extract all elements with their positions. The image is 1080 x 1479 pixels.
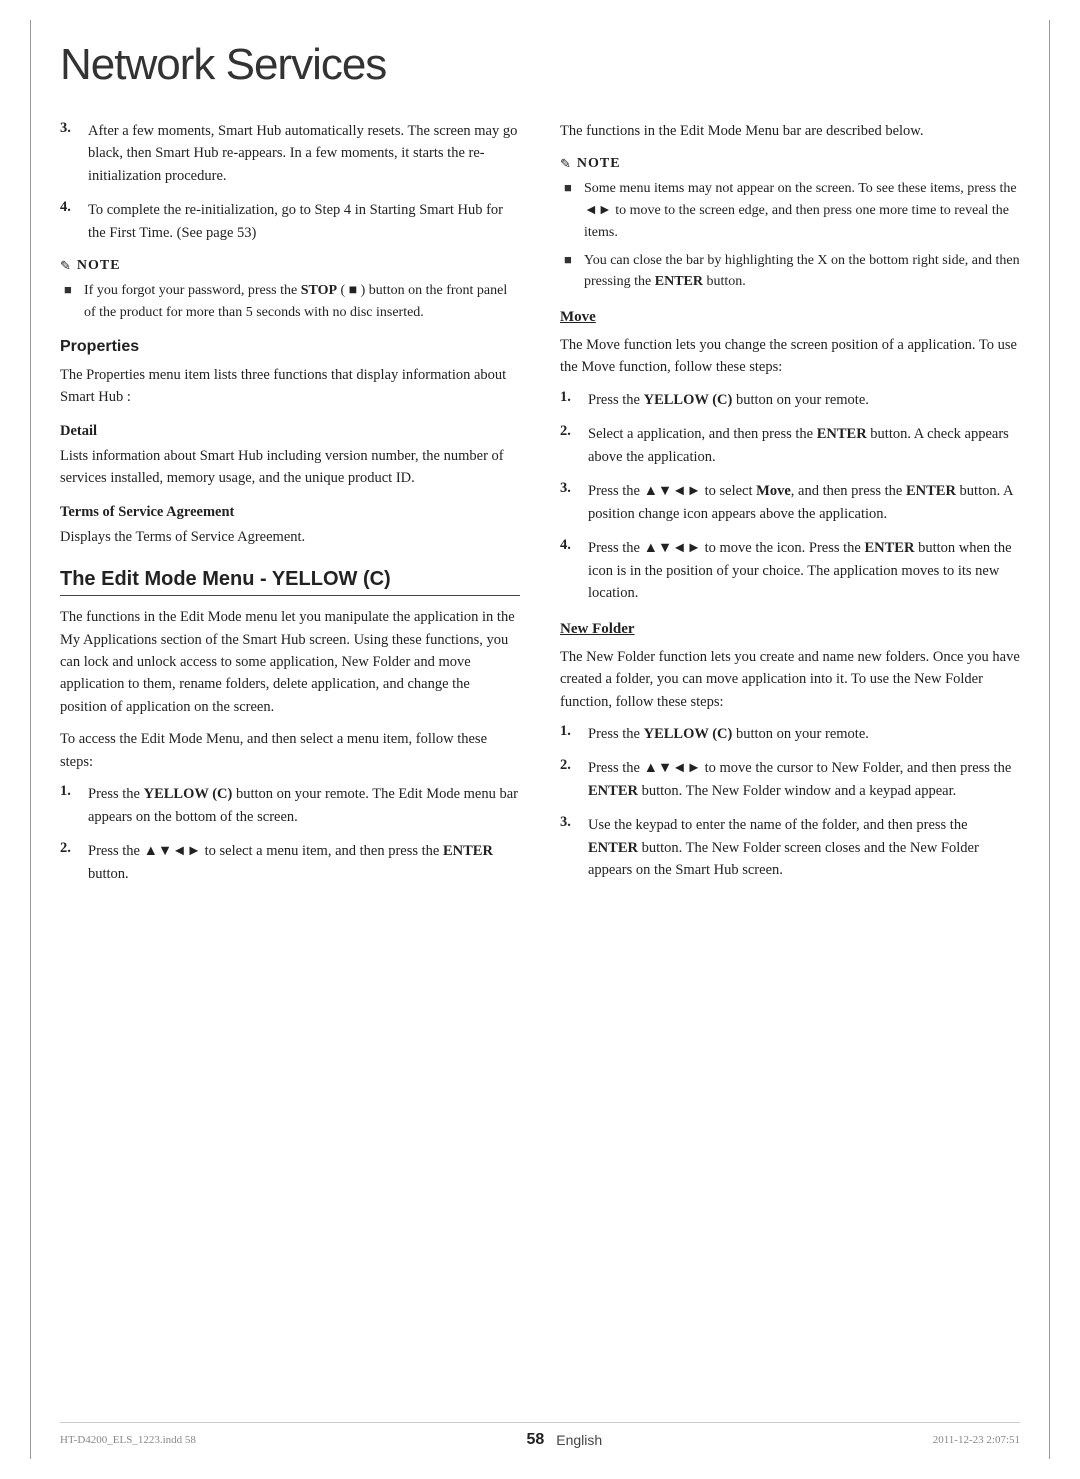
- note-item-2a: ■ Some menu items may not appear on the …: [560, 178, 1020, 243]
- move-step-3-text: Press the ▲▼◄► to select Move, and then …: [588, 480, 1020, 525]
- edit-step-1: 1. Press the YELLOW (C) button on your r…: [60, 783, 520, 828]
- page-number: 58: [526, 1431, 544, 1449]
- note-icon-2: ✎: [560, 156, 571, 172]
- note-box-1: ✎ NOTE ■ If you forgot your password, pr…: [60, 258, 520, 323]
- note-header-2: ✎ NOTE: [560, 156, 1020, 172]
- new-folder-step-2-text: Press the ▲▼◄► to move the cursor to New…: [588, 757, 1020, 802]
- terms-text: Displays the Terms of Service Agreement.: [60, 526, 520, 548]
- page-footer: HT-D4200_ELS_1223.indd 58 58 English 201…: [60, 1422, 1020, 1449]
- step-4: 4. To complete the re-initialization, go…: [60, 199, 520, 244]
- move-step-1: 1. Press the YELLOW (C) button on your r…: [560, 389, 1020, 411]
- properties-heading: Properties: [60, 338, 520, 356]
- functions-intro: The functions in the Edit Mode Menu bar …: [560, 120, 1020, 142]
- edit-step-2: 2. Press the ▲▼◄► to select a menu item,…: [60, 840, 520, 885]
- new-folder-step-1-num: 1.: [560, 723, 580, 745]
- note-text-2b: You can close the bar by highlighting th…: [584, 250, 1020, 293]
- left-column: 3. After a few moments, Smart Hub automa…: [60, 120, 520, 897]
- new-folder-step-3-text: Use the keypad to enter the name of the …: [588, 814, 1020, 881]
- note-box-2: ✎ NOTE ■ Some menu items may not appear …: [560, 156, 1020, 292]
- right-column: The functions in the Edit Mode Menu bar …: [560, 120, 1020, 897]
- note-bullet-1: ■: [64, 280, 76, 323]
- note-label-2: NOTE: [577, 156, 621, 172]
- edit-mode-heading: The Edit Mode Menu - YELLOW (C): [60, 568, 520, 596]
- move-step-2: 2. Select a application, and then press …: [560, 423, 1020, 468]
- move-step-4: 4. Press the ▲▼◄► to move the icon. Pres…: [560, 537, 1020, 604]
- page-container: Network Services 3. After a few moments,…: [0, 0, 1080, 1479]
- edit-mode-access: To access the Edit Mode Menu, and then s…: [60, 728, 520, 773]
- new-folder-step-3: 3. Use the keypad to enter the name of t…: [560, 814, 1020, 881]
- move-step-1-num: 1.: [560, 389, 580, 411]
- new-folder-step-2-num: 2.: [560, 757, 580, 802]
- border-right: [1049, 20, 1050, 1459]
- edit-step-2-text: Press the ▲▼◄► to select a menu item, an…: [88, 840, 520, 885]
- move-step-3: 3. Press the ▲▼◄► to select Move, and th…: [560, 480, 1020, 525]
- border-left: [30, 20, 31, 1459]
- note-text-1: If you forgot your password, press the S…: [84, 280, 520, 323]
- new-folder-step-3-num: 3.: [560, 814, 580, 881]
- step-3-num: 3.: [60, 120, 80, 187]
- move-step-3-num: 3.: [560, 480, 580, 525]
- move-step-4-text: Press the ▲▼◄► to move the icon. Press t…: [588, 537, 1020, 604]
- move-step-4-num: 4.: [560, 537, 580, 604]
- note-text-2a: Some menu items may not appear on the sc…: [584, 178, 1020, 243]
- note-label-1: NOTE: [77, 258, 121, 274]
- move-step-1-text: Press the YELLOW (C) button on your remo…: [588, 389, 869, 411]
- two-column-layout: 3. After a few moments, Smart Hub automa…: [60, 120, 1020, 897]
- note-bullet-2b: ■: [564, 250, 576, 293]
- page-title: Network Services: [60, 40, 1020, 90]
- edit-step-2-num: 2.: [60, 840, 80, 885]
- note-item-1: ■ If you forgot your password, press the…: [60, 280, 520, 323]
- properties-intro: The Properties menu item lists three fun…: [60, 364, 520, 409]
- step-4-text: To complete the re-initialization, go to…: [88, 199, 520, 244]
- note-bullet-2a: ■: [564, 178, 576, 243]
- note-header-1: ✎ NOTE: [60, 258, 520, 274]
- new-folder-step-2: 2. Press the ▲▼◄► to move the cursor to …: [560, 757, 1020, 802]
- edit-step-1-num: 1.: [60, 783, 80, 828]
- move-intro: The Move function lets you change the sc…: [560, 334, 1020, 379]
- footer-file: HT-D4200_ELS_1223.indd 58: [60, 1434, 196, 1446]
- step-3-text: After a few moments, Smart Hub automatic…: [88, 120, 520, 187]
- note-item-2b: ■ You can close the bar by highlighting …: [560, 250, 1020, 293]
- new-folder-heading: New Folder: [560, 621, 1020, 638]
- page-language: English: [556, 1432, 602, 1448]
- new-folder-step-1-text: Press the YELLOW (C) button on your remo…: [588, 723, 869, 745]
- note-icon-1: ✎: [60, 258, 71, 274]
- footer-date: 2011-12-23 2:07:51: [933, 1434, 1020, 1446]
- step-4-num: 4.: [60, 199, 80, 244]
- terms-heading: Terms of Service Agreement: [60, 504, 520, 521]
- new-folder-intro: The New Folder function lets you create …: [560, 646, 1020, 713]
- edit-mode-intro: The functions in the Edit Mode menu let …: [60, 606, 520, 718]
- new-folder-step-1: 1. Press the YELLOW (C) button on your r…: [560, 723, 1020, 745]
- move-step-2-num: 2.: [560, 423, 580, 468]
- move-step-2-text: Select a application, and then press the…: [588, 423, 1020, 468]
- detail-text: Lists information about Smart Hub includ…: [60, 445, 520, 490]
- edit-step-1-text: Press the YELLOW (C) button on your remo…: [88, 783, 520, 828]
- step-3: 3. After a few moments, Smart Hub automa…: [60, 120, 520, 187]
- move-heading: Move: [560, 309, 1020, 326]
- detail-heading: Detail: [60, 423, 520, 440]
